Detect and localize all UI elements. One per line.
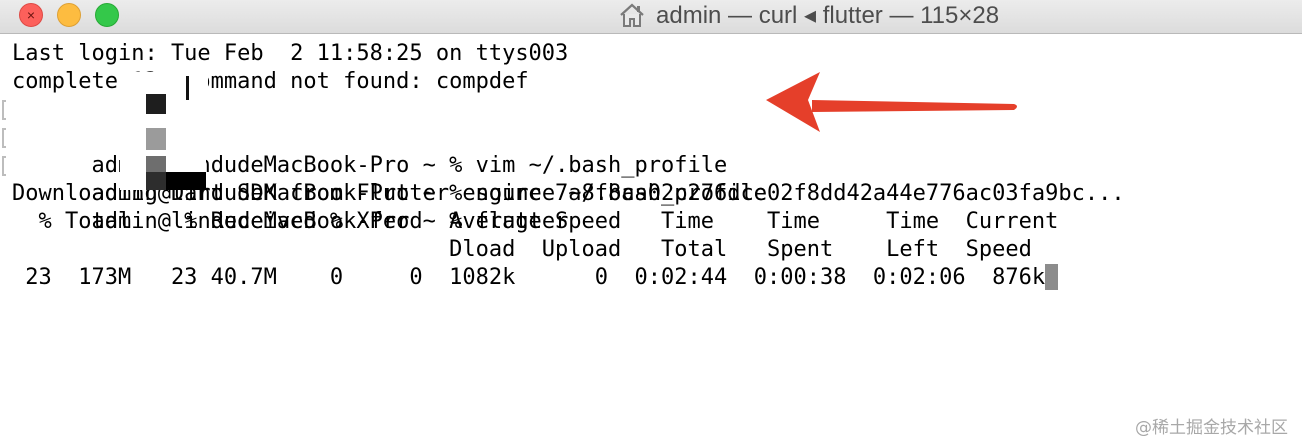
prompt-mark xyxy=(2,100,6,120)
home-icon xyxy=(620,3,644,27)
window-title: admin — curl ◂ flutter — 115×28 xyxy=(618,0,999,30)
minimize-button[interactable] xyxy=(57,3,81,27)
terminal-window: × admin — curl ◂ flutter — 115×28 Last l… xyxy=(0,0,1302,448)
redaction-mosaic xyxy=(120,72,220,190)
prompt-mark xyxy=(2,128,6,148)
terminal-line: Dload Upload Total Spent Left Speed xyxy=(12,237,1032,262)
terminal-line: Last login: Tue Feb 2 11:58:25 on ttys00… xyxy=(12,41,569,66)
close-button[interactable]: × xyxy=(19,3,43,27)
close-icon: × xyxy=(26,7,36,23)
title-bar[interactable]: × admin — curl ◂ flutter — 115×28 xyxy=(0,0,1302,34)
zoom-button[interactable] xyxy=(95,3,119,27)
window-title-text: admin — curl ◂ flutter — 115×28 xyxy=(656,1,1000,29)
prompt-mark xyxy=(2,156,6,176)
terminal-line-progress: 23 173M 23 40.7M 0 0 1082k 0 0:02:44 0:0… xyxy=(12,264,1125,292)
watermark: @稀土掘金技术社区 xyxy=(1135,418,1288,438)
red-arrow-annotation xyxy=(766,72,1017,132)
progress-text: 23 173M 23 40.7M 0 0 1082k 0 0:02:44 0:0… xyxy=(12,265,1046,290)
text-cursor xyxy=(1045,264,1059,290)
terminal-line: % Total % Received % Xferd Average Speed… xyxy=(12,209,1059,234)
